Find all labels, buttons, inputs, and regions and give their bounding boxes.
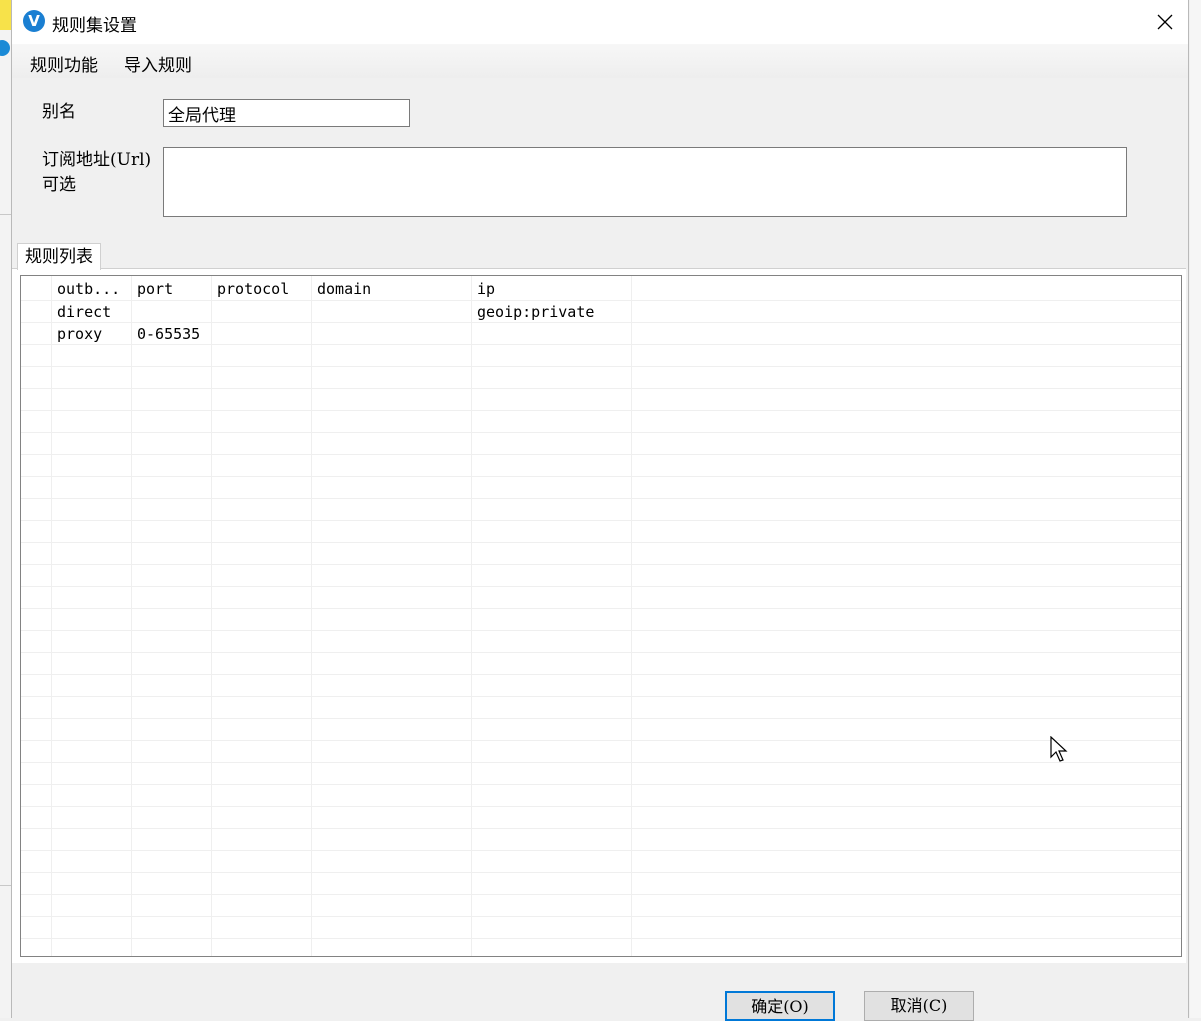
cancel-button[interactable]: 取消(C) xyxy=(864,991,974,1021)
subscription-url-optional-label: 可选 xyxy=(42,175,76,195)
table-cell-port[interactable]: 0-65535 xyxy=(137,325,200,343)
close-button[interactable] xyxy=(1142,0,1188,44)
column-divider xyxy=(631,276,632,956)
table-cell-ip[interactable]: geoip:private xyxy=(477,303,594,321)
subscription-url-label: 订阅地址(Url) xyxy=(42,150,152,170)
row-divider xyxy=(21,674,1181,675)
column-header-outbound[interactable]: outb... xyxy=(57,280,120,298)
row-divider xyxy=(21,894,1181,895)
row-divider xyxy=(21,520,1181,521)
row-divider xyxy=(21,586,1181,587)
row-divider xyxy=(21,740,1181,741)
column-header-port[interactable]: port xyxy=(137,280,173,298)
row-divider xyxy=(21,322,1181,323)
row-divider xyxy=(21,300,1181,301)
menu-bar: 规则功能 导入规则 xyxy=(12,44,1188,78)
row-divider xyxy=(21,696,1181,697)
rules-table[interactable]: outb... port protocol domain ip direct g… xyxy=(20,275,1182,957)
row-divider xyxy=(21,366,1181,367)
column-divider xyxy=(211,276,212,956)
background-divider xyxy=(0,885,11,886)
title-bar: V 规则集设置 xyxy=(12,0,1188,44)
column-header-protocol[interactable]: protocol xyxy=(217,280,289,298)
alias-label: 别名 xyxy=(42,102,76,122)
column-divider xyxy=(311,276,312,956)
column-divider xyxy=(131,276,132,956)
ok-button[interactable]: 确定(O) xyxy=(725,991,835,1021)
row-divider xyxy=(21,718,1181,719)
row-divider xyxy=(21,850,1181,851)
row-divider xyxy=(21,388,1181,389)
table-cell-outbound[interactable]: direct xyxy=(57,303,111,321)
menu-import-rules[interactable]: 导入规则 xyxy=(124,51,192,76)
subscription-url-textarea[interactable] xyxy=(163,147,1127,217)
column-divider xyxy=(471,276,472,956)
row-divider xyxy=(21,630,1181,631)
row-divider xyxy=(21,762,1181,763)
row-divider xyxy=(21,916,1181,917)
column-divider xyxy=(51,276,52,956)
window-title: 规则集设置 xyxy=(52,16,137,36)
row-divider xyxy=(21,828,1181,829)
row-divider xyxy=(21,872,1181,873)
row-divider xyxy=(21,344,1181,345)
column-header-ip[interactable]: ip xyxy=(477,280,495,298)
row-divider xyxy=(21,938,1181,939)
background-yellow-tab xyxy=(0,0,11,30)
row-divider xyxy=(21,454,1181,455)
row-divider xyxy=(21,542,1181,543)
v-logo-icon: V xyxy=(23,10,45,32)
row-divider xyxy=(21,476,1181,477)
tab-rule-list[interactable]: 规则列表 xyxy=(17,243,101,270)
row-divider xyxy=(21,498,1181,499)
rule-set-settings-dialog: V 规则集设置 规则功能 导入规则 别名 全局代理 订阅地址(Url) 可选 规… xyxy=(11,0,1189,1021)
row-divider xyxy=(21,652,1181,653)
background-app-logo-icon xyxy=(0,40,10,56)
background-window-edge-right xyxy=(1190,0,1201,1018)
row-divider xyxy=(21,806,1181,807)
column-header-domain[interactable]: domain xyxy=(317,280,371,298)
close-icon xyxy=(1157,14,1173,30)
menu-rule-functions[interactable]: 规则功能 xyxy=(30,51,98,76)
table-cell-outbound[interactable]: proxy xyxy=(57,325,102,343)
row-divider xyxy=(21,410,1181,411)
row-divider xyxy=(21,784,1181,785)
background-divider xyxy=(0,214,11,215)
row-divider xyxy=(21,608,1181,609)
row-divider xyxy=(21,432,1181,433)
mouse-cursor-icon xyxy=(1050,736,1068,762)
row-divider xyxy=(21,564,1181,565)
alias-input[interactable]: 全局代理 xyxy=(163,99,410,127)
